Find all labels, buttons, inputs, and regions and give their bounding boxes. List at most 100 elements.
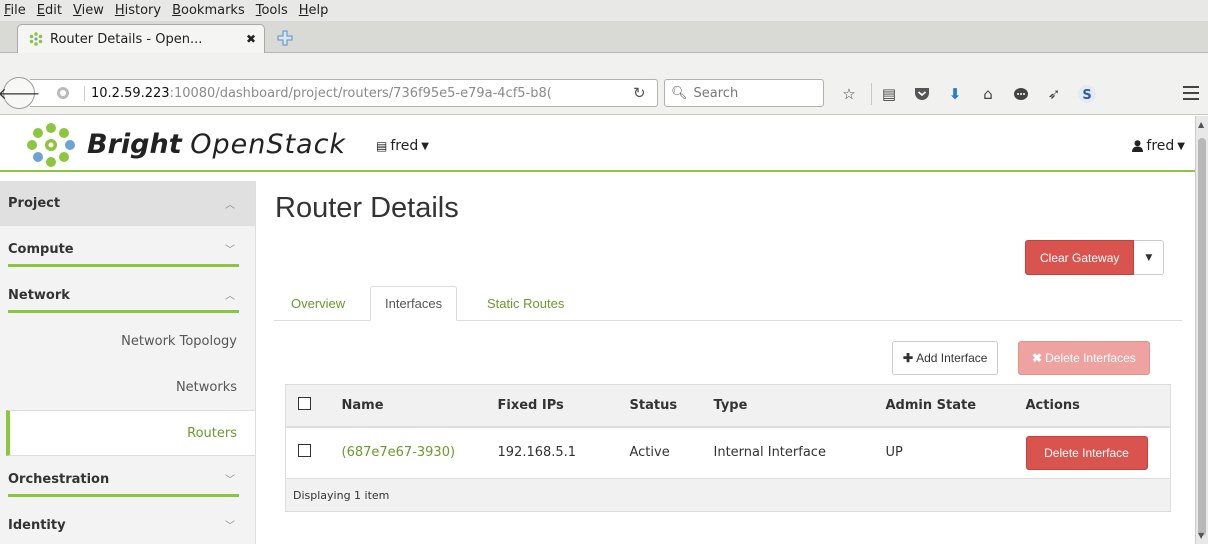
col-status[interactable]: Status (617, 384, 702, 428)
menu-hamburger-icon[interactable] (1183, 86, 1199, 100)
url-path: :10080/dashboard/project/routers/736f95e… (169, 85, 552, 101)
menu-edit[interactable]: Edit (37, 3, 62, 18)
cell-status: Active (617, 426, 702, 479)
page-scrollbar[interactable]: ▲ ▼ (1195, 116, 1208, 544)
user-menu[interactable]: fred ▼ (1132, 138, 1185, 154)
cell-fixed-ips: 192.168.5.1 (485, 426, 618, 479)
sidebar-group-label: Orchestration (8, 471, 110, 487)
select-all-checkbox[interactable] (298, 396, 311, 410)
gateway-dropdown-toggle[interactable]: ▼ (1134, 240, 1165, 275)
interface-link[interactable]: (687e7e67-3930) (342, 445, 456, 460)
cell-actions: Delete Interface (1013, 426, 1171, 479)
tab-title: Router Details - Open... (50, 31, 203, 47)
reload-icon[interactable]: ↻ (633, 84, 646, 102)
sidebar-item-network-topology[interactable]: Network Topology (0, 318, 255, 364)
chevron-down-icon: ﹀ (225, 245, 235, 256)
project-name: fred (390, 138, 419, 154)
cell-type: Internal Interface (701, 426, 874, 479)
caret-down-icon: ▼ (1145, 252, 1153, 263)
row-select-cell (285, 426, 330, 479)
sync-s-icon[interactable]: S (1076, 83, 1098, 105)
table-row: (687e7e67-3930) 192.168.5.1 Active Inter… (285, 426, 1171, 479)
url-text: 10.2.59.223:10080/dashboard/project/rout… (84, 85, 594, 101)
back-arrow-icon: 🡐 (0, 84, 41, 103)
chevron-down-icon: ﹀ (225, 475, 235, 486)
svg-text:S: S (1082, 88, 1091, 103)
tab-static-routes[interactable]: Static Routes (487, 286, 564, 321)
delete-interfaces-label: Delete Interfaces (1045, 351, 1136, 365)
search-input[interactable]: 🔍︎ Search (664, 79, 824, 107)
menu-file[interactable]: File (4, 3, 26, 18)
tab-close-icon[interactable]: ✖ (246, 32, 256, 46)
home-icon[interactable]: ⌂ (977, 83, 999, 105)
col-fixed-ips[interactable]: Fixed IPs (485, 384, 618, 428)
scroll-up-icon[interactable]: ▲ (1198, 120, 1204, 129)
sidebar-group-label: Identity (8, 517, 66, 533)
sidebar-group-orchestration[interactable]: Orchestration ﹀ (0, 456, 255, 502)
sidebar-group-identity[interactable]: Identity ﹀ (0, 502, 255, 544)
sidebar-group-label: Compute (8, 241, 74, 257)
scroll-thumb[interactable] (1198, 138, 1206, 536)
pocket-icon[interactable] (911, 83, 933, 105)
bright-logo-icon (27, 123, 75, 167)
add-interface-button[interactable]: ✚ Add Interface (892, 341, 999, 375)
menu-help[interactable]: Help (299, 3, 329, 18)
scroll-down-icon[interactable]: ▼ (1198, 531, 1204, 540)
delete-interface-button[interactable]: Delete Interface (1025, 435, 1148, 470)
browser-tab[interactable]: Router Details - Open... ✖ (17, 24, 265, 53)
caret-down-icon: ▼ (1177, 140, 1185, 152)
tab-overview[interactable]: Overview (291, 286, 345, 321)
openstack-favicon-icon (29, 32, 43, 46)
nav-bar: 10.2.59.223:10080/dashboard/project/rout… (0, 53, 1208, 115)
sidebar-item-networks[interactable]: Networks (0, 364, 255, 410)
sidebar-group-network[interactable]: Network ︿ (0, 272, 255, 318)
new-tab-icon[interactable] (276, 29, 294, 47)
delete-interfaces-button[interactable]: ✖ Delete Interfaces (1018, 341, 1150, 375)
table-footer: Displaying 1 item (285, 478, 1171, 512)
sidebar-group-label: Network (8, 287, 70, 303)
interfaces-table: Name Fixed IPs Status Type Admin State A… (285, 384, 1171, 512)
search-placeholder: Search (693, 85, 739, 101)
menu-bar: File Edit View History Bookmarks Tools H… (0, 0, 1208, 21)
gateway-button-group: Clear Gateway ▼ (1025, 240, 1165, 275)
brand-name: Bright OpenStack (87, 129, 346, 160)
row-checkbox[interactable] (298, 444, 311, 458)
toolbar-icons: ☆ ▤ ⬇ ⌂ ➶ S (838, 83, 1109, 105)
tab-bar: Router Details - Open... ✖ (0, 21, 1208, 53)
bookmark-star-icon[interactable]: ☆ (838, 83, 860, 105)
url-bar[interactable]: 10.2.59.223:10080/dashboard/project/rout… (30, 79, 658, 107)
sidebar-group-label: Project (8, 196, 61, 211)
chevron-up-icon: ︿ (225, 291, 235, 302)
bookmarks-list-icon[interactable]: ▤ (878, 83, 900, 105)
project-list-icon: ▤ (376, 139, 388, 153)
col-type[interactable]: Type (701, 384, 874, 428)
chevron-up-icon: ︿ (225, 200, 235, 211)
project-switcher[interactable]: ▤ fred ▼ (376, 138, 429, 154)
col-name[interactable]: Name (329, 384, 486, 428)
sidebar-group-compute[interactable]: Compute ﹀ (0, 226, 255, 272)
tab-interfaces[interactable]: Interfaces (370, 286, 458, 321)
globe-icon (57, 87, 69, 99)
cell-admin-state: UP (873, 426, 1014, 479)
send-icon[interactable]: ➶ (1043, 83, 1065, 105)
sidebar-group-project[interactable]: Project ︿ (0, 181, 255, 226)
col-admin-state[interactable]: Admin State (873, 384, 1014, 428)
user-icon (1132, 140, 1144, 152)
back-button[interactable]: 🡐 (0, 77, 40, 109)
cell-name: (687e7e67-3930) (329, 426, 486, 479)
chevron-down-icon: ﹀ (225, 521, 235, 532)
add-interface-label: Add Interface (916, 351, 988, 365)
plus-icon: ✚ (903, 351, 914, 365)
user-name: fred (1146, 138, 1175, 154)
menu-bookmarks[interactable]: Bookmarks (172, 3, 245, 18)
menu-history[interactable]: History (115, 3, 161, 18)
sidebar: Project ︿ Compute ﹀ Network ︿ Network To… (0, 181, 256, 544)
clear-gateway-button[interactable]: Clear Gateway (1025, 240, 1135, 275)
sidebar-item-routers[interactable]: Routers (6, 410, 255, 456)
header-select-all[interactable] (285, 384, 330, 428)
menu-tools[interactable]: Tools (256, 3, 288, 18)
chat-icon[interactable] (1010, 83, 1032, 105)
group-underline (8, 264, 239, 267)
download-icon[interactable]: ⬇ (944, 83, 966, 105)
menu-view[interactable]: View (73, 3, 104, 18)
